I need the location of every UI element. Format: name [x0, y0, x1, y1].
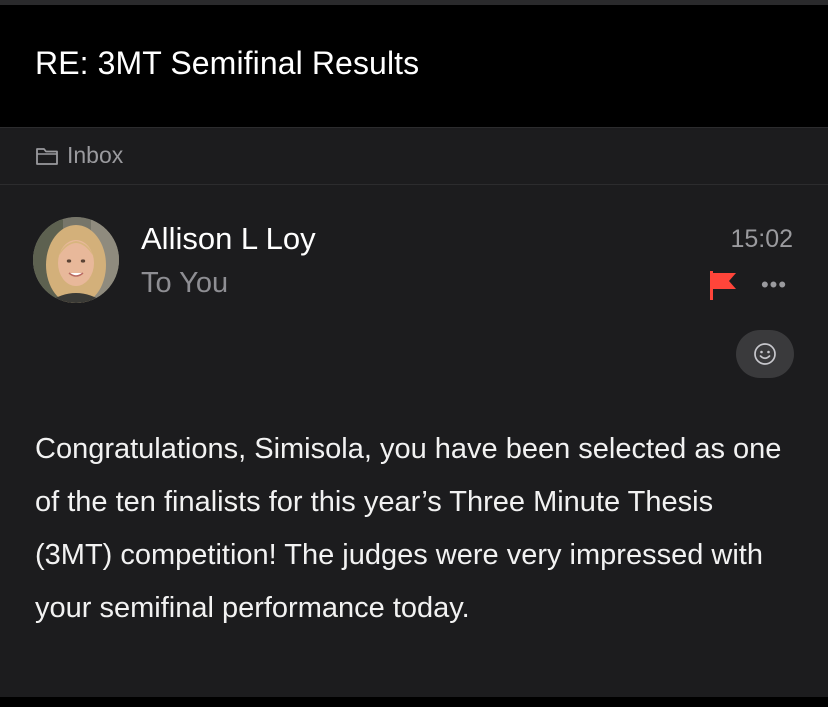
email-body: Congratulations, Simisola, you have been…: [35, 433, 782, 624]
sender-avatar[interactable]: [33, 217, 119, 303]
bottom-edge: [0, 697, 828, 707]
folder-label[interactable]: Inbox: [67, 142, 123, 169]
avatar-photo: [33, 217, 119, 303]
subject-header: RE: 3MT Semifinal Results: [0, 5, 828, 127]
email-screen: RE: 3MT Semifinal Results Inbox Allison: [0, 0, 828, 707]
folder-icon: [36, 148, 58, 165]
smiley-icon: [754, 343, 776, 365]
more-icon[interactable]: •••: [754, 273, 794, 297]
sender-name[interactable]: Allison L Loy: [141, 221, 316, 257]
message-card: Allison L Loy To You 15:02 ••• Congratul…: [0, 185, 828, 697]
recipient-line[interactable]: To You: [141, 267, 228, 300]
folder-breadcrumb[interactable]: Inbox: [0, 127, 828, 185]
flag-icon[interactable]: [706, 268, 740, 302]
message-time: 15:02: [730, 225, 793, 253]
reaction-button[interactable]: [736, 330, 794, 378]
email-subject: RE: 3MT Semifinal Results: [35, 45, 420, 81]
